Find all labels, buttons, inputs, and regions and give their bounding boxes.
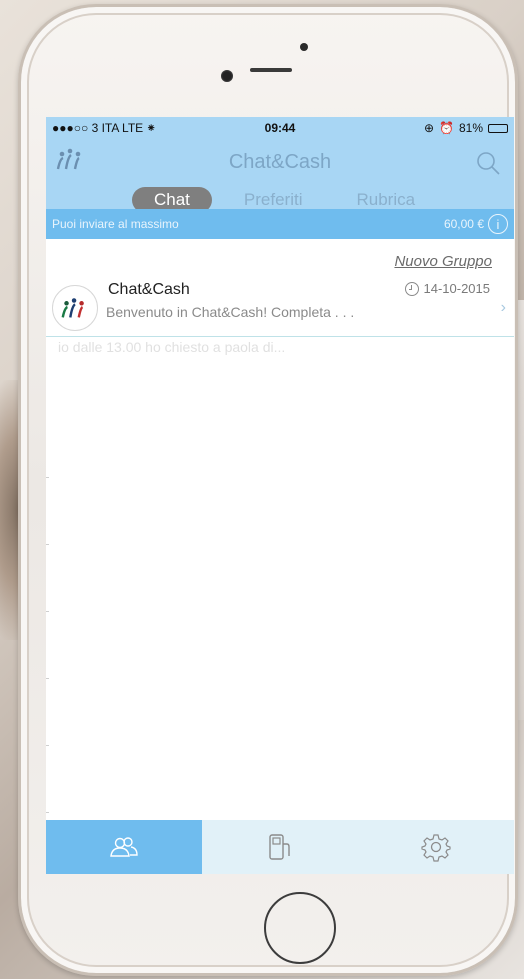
status-bar: ●●●○○ 3 ITA LTE ⁕ 09:44 ⊕ ⏰ 81% [46,117,514,139]
tabbar-contacts[interactable] [46,820,202,874]
nav-bar: Chat&Cash Chat Preferiti Rubrica [46,139,514,213]
send-limit-label: Puoi inviare al massimo [52,217,179,231]
app-title: Chat&Cash [228,151,332,173]
info-icon[interactable]: i [488,214,508,234]
chat-date: 14-10-2015 [423,281,491,296]
tabbar-settings[interactable] [358,820,514,874]
send-limit-amount-group: 60,00 € i [444,214,508,234]
status-time: 09:44 [264,121,296,135]
front-camera [221,70,233,82]
earpiece-speaker [250,68,292,72]
avatar [52,285,98,331]
chat-preview: Benvenuto in Chat&Cash! Completa . . . [106,304,355,320]
contacts-icon [110,837,138,857]
ghost-preview-text: io dalle 13.00 ho chiesto a paola di... [58,339,286,355]
chevron-right-icon: › [500,299,506,316]
clock-icon [404,281,419,296]
chat-name: Chat&Cash [108,281,190,298]
search-icon[interactable] [474,149,502,177]
send-limit-bar: Puoi inviare al massimo 60,00 € i [46,209,514,239]
send-limit-amount: 60,00 € [443,217,484,231]
chat-list-item[interactable]: Chat&Cash 14-10-2015 Benvenuto in Chat&C… [46,277,514,337]
chat-cash-avatar-icon [61,298,84,318]
tabbar-payments[interactable] [202,820,358,874]
home-button[interactable] [264,892,336,964]
battery-icon [488,123,508,133]
gear-icon [421,834,451,862]
edge-marks [46,477,50,874]
new-group-link[interactable]: Nuovo Gruppo [394,253,492,270]
app-screen: ●●●○○ 3 ITA LTE ⁕ 09:44 ⊕ ⏰ 81% Chat&Cas… [46,117,514,874]
bottom-tab-bar [46,820,514,874]
chat-date-group: 14-10-2015 [404,281,491,296]
fuel-pump-icon [269,834,290,860]
proximity-sensor [300,43,308,51]
